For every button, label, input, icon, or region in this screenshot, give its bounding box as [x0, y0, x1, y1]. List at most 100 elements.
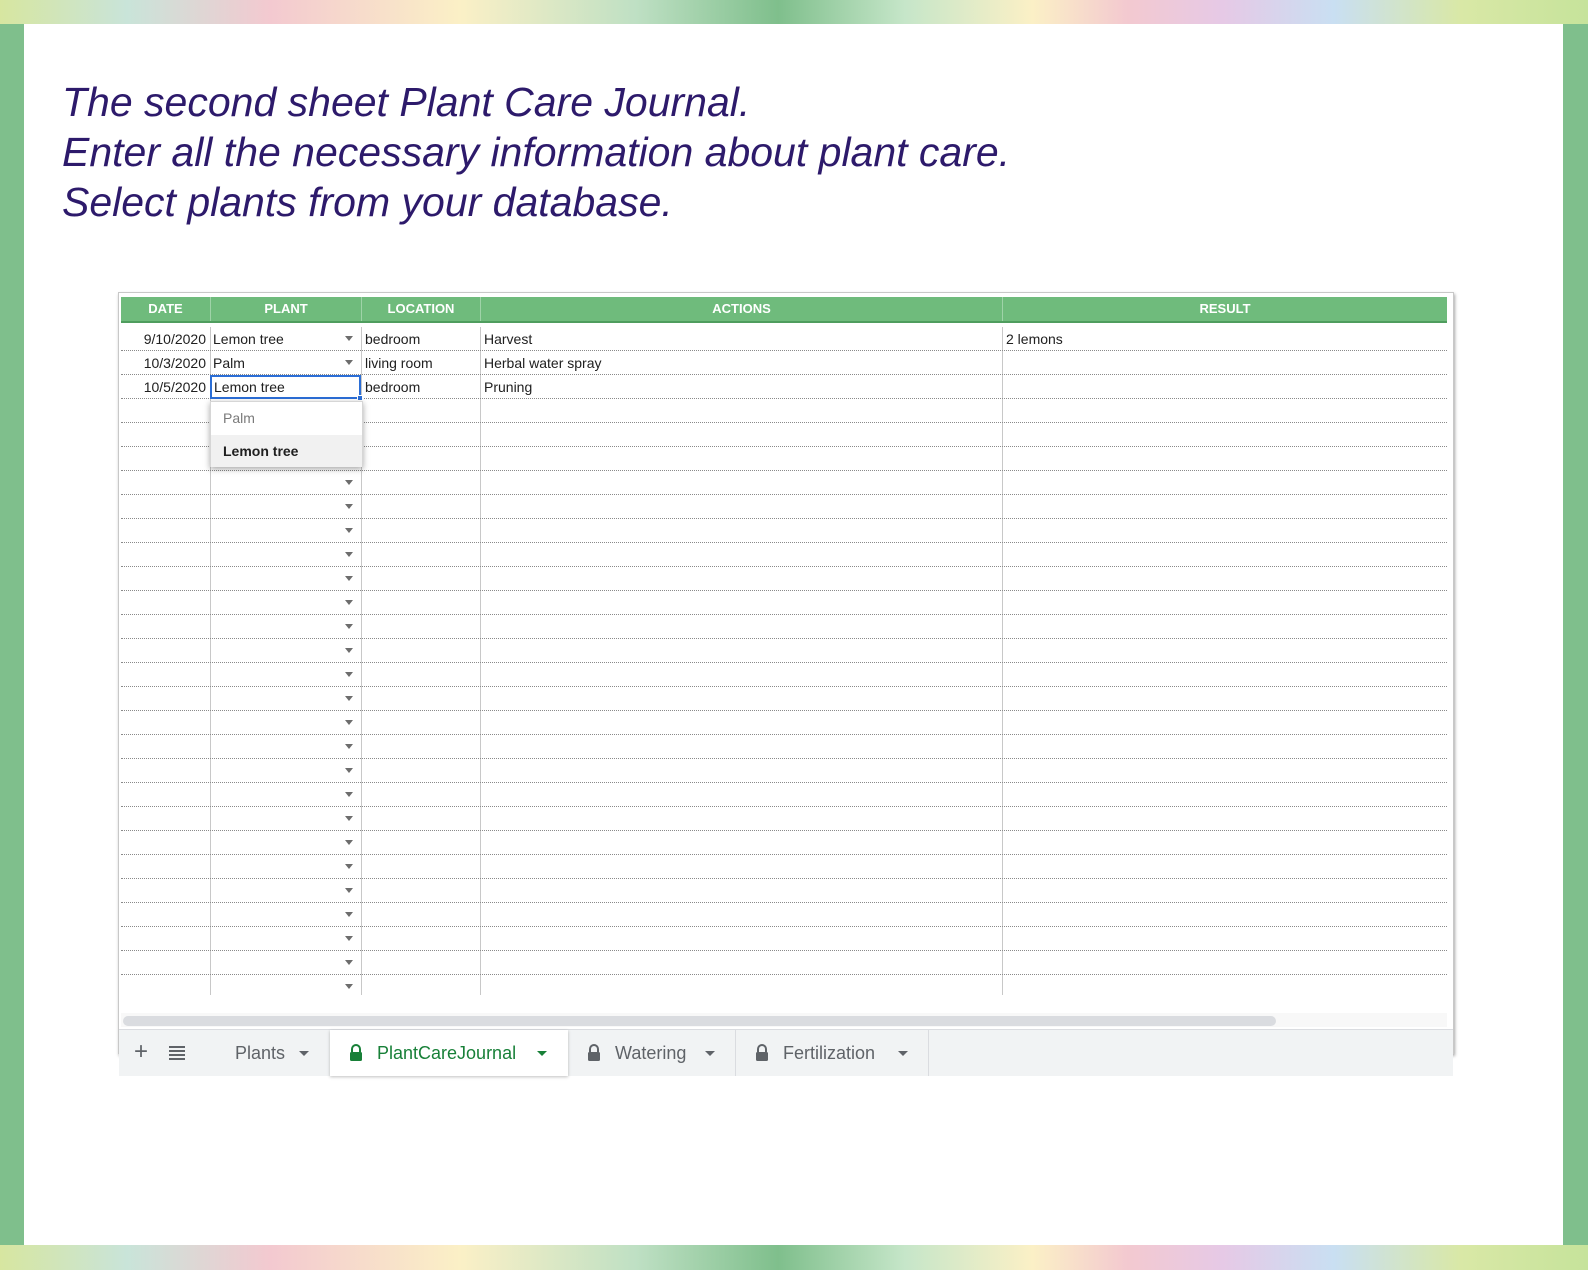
- plant-cell[interactable]: [211, 951, 359, 975]
- dropdown-option-lemon-tree[interactable]: Lemon tree: [211, 435, 362, 467]
- actions-cell[interactable]: [481, 567, 1000, 591]
- actions-cell[interactable]: [481, 687, 1000, 711]
- result-cell[interactable]: [1003, 591, 1443, 615]
- location-cell[interactable]: [362, 855, 478, 879]
- chevron-down-icon[interactable]: [345, 696, 353, 701]
- location-cell[interactable]: [362, 663, 478, 687]
- plant-cell[interactable]: [211, 759, 359, 783]
- location-cell[interactable]: bedroom: [362, 327, 478, 351]
- location-cell[interactable]: [362, 471, 478, 495]
- result-cell[interactable]: [1003, 975, 1443, 995]
- plant-cell[interactable]: [211, 687, 359, 711]
- plus-icon[interactable]: +: [131, 1039, 151, 1065]
- actions-cell[interactable]: Pruning: [481, 375, 1000, 399]
- chevron-down-icon[interactable]: [345, 744, 353, 749]
- actions-cell[interactable]: [481, 663, 1000, 687]
- date-cell[interactable]: [121, 903, 208, 927]
- tab-fertilization[interactable]: Fertilization: [736, 1030, 929, 1076]
- result-cell[interactable]: [1003, 687, 1443, 711]
- date-cell[interactable]: [121, 495, 208, 519]
- actions-cell[interactable]: Herbal water spray: [481, 351, 1000, 375]
- date-cell[interactable]: [121, 927, 208, 951]
- date-cell[interactable]: [121, 471, 208, 495]
- result-cell[interactable]: [1003, 807, 1443, 831]
- column-header-actions[interactable]: ACTIONS: [481, 297, 1003, 321]
- chevron-down-icon[interactable]: [345, 480, 353, 485]
- plant-cell[interactable]: [211, 591, 359, 615]
- location-cell[interactable]: [362, 447, 478, 471]
- date-cell[interactable]: [121, 975, 208, 995]
- actions-cell[interactable]: [481, 615, 1000, 639]
- plant-cell[interactable]: [211, 735, 359, 759]
- date-cell[interactable]: [121, 639, 208, 663]
- location-cell[interactable]: [362, 879, 478, 903]
- date-cell[interactable]: [121, 543, 208, 567]
- chevron-down-icon[interactable]: [345, 648, 353, 653]
- actions-cell[interactable]: [481, 591, 1000, 615]
- result-cell[interactable]: [1003, 375, 1443, 399]
- actions-cell[interactable]: [481, 711, 1000, 735]
- chevron-down-icon[interactable]: [345, 912, 353, 917]
- plant-cell[interactable]: [211, 543, 359, 567]
- location-cell[interactable]: bedroom: [362, 375, 478, 399]
- chevron-down-icon[interactable]: [299, 1051, 309, 1056]
- horizontal-scrollbar[interactable]: [121, 1013, 1447, 1027]
- date-cell[interactable]: [121, 735, 208, 759]
- result-cell[interactable]: [1003, 927, 1443, 951]
- chevron-down-icon[interactable]: [345, 336, 353, 341]
- date-cell[interactable]: [121, 519, 208, 543]
- actions-cell[interactable]: [481, 975, 1000, 995]
- location-cell[interactable]: [362, 735, 478, 759]
- chevron-down-icon[interactable]: [345, 528, 353, 533]
- actions-cell[interactable]: [481, 951, 1000, 975]
- location-cell[interactable]: [362, 399, 478, 423]
- result-cell[interactable]: 2 lemons: [1003, 327, 1443, 351]
- plant-cell[interactable]: [211, 927, 359, 951]
- result-cell[interactable]: [1003, 495, 1443, 519]
- date-cell[interactable]: [121, 591, 208, 615]
- actions-cell[interactable]: [481, 735, 1000, 759]
- actions-cell[interactable]: Harvest: [481, 327, 1000, 351]
- actions-cell[interactable]: [481, 879, 1000, 903]
- date-cell[interactable]: [121, 879, 208, 903]
- plant-cell[interactable]: [211, 495, 359, 519]
- chevron-down-icon[interactable]: [345, 576, 353, 581]
- location-cell[interactable]: [362, 783, 478, 807]
- plant-cell[interactable]: [211, 855, 359, 879]
- actions-cell[interactable]: [481, 399, 1000, 423]
- result-cell[interactable]: [1003, 447, 1443, 471]
- location-cell[interactable]: [362, 951, 478, 975]
- plant-cell[interactable]: [211, 567, 359, 591]
- chevron-down-icon[interactable]: [345, 792, 353, 797]
- result-cell[interactable]: [1003, 351, 1443, 375]
- date-cell[interactable]: [121, 855, 208, 879]
- chevron-down-icon[interactable]: [345, 552, 353, 557]
- result-cell[interactable]: [1003, 399, 1443, 423]
- date-cell[interactable]: [121, 711, 208, 735]
- column-header-result[interactable]: RESULT: [1003, 297, 1447, 321]
- date-cell[interactable]: 9/10/2020: [121, 327, 208, 351]
- location-cell[interactable]: [362, 807, 478, 831]
- actions-cell[interactable]: [481, 855, 1000, 879]
- plant-cell[interactable]: [211, 783, 359, 807]
- selected-plant-cell[interactable]: Lemon tree: [210, 375, 363, 401]
- tab-watering[interactable]: Watering: [568, 1030, 736, 1076]
- location-cell[interactable]: [362, 639, 478, 663]
- date-cell[interactable]: [121, 447, 208, 471]
- actions-cell[interactable]: [481, 903, 1000, 927]
- location-cell[interactable]: [362, 975, 478, 995]
- date-cell[interactable]: [121, 615, 208, 639]
- location-cell[interactable]: [362, 831, 478, 855]
- chevron-down-icon[interactable]: [345, 960, 353, 965]
- chevron-down-icon[interactable]: [345, 768, 353, 773]
- result-cell[interactable]: [1003, 735, 1443, 759]
- actions-cell[interactable]: [481, 519, 1000, 543]
- chevron-down-icon[interactable]: [345, 840, 353, 845]
- plant-cell[interactable]: [211, 879, 359, 903]
- scrollbar-thumb[interactable]: [123, 1016, 1276, 1026]
- plant-cell[interactable]: [211, 831, 359, 855]
- plant-cell[interactable]: Lemon tree: [211, 327, 359, 351]
- chevron-down-icon[interactable]: [705, 1051, 715, 1056]
- chevron-down-icon[interactable]: [537, 1051, 547, 1056]
- list-icon[interactable]: [169, 1046, 185, 1060]
